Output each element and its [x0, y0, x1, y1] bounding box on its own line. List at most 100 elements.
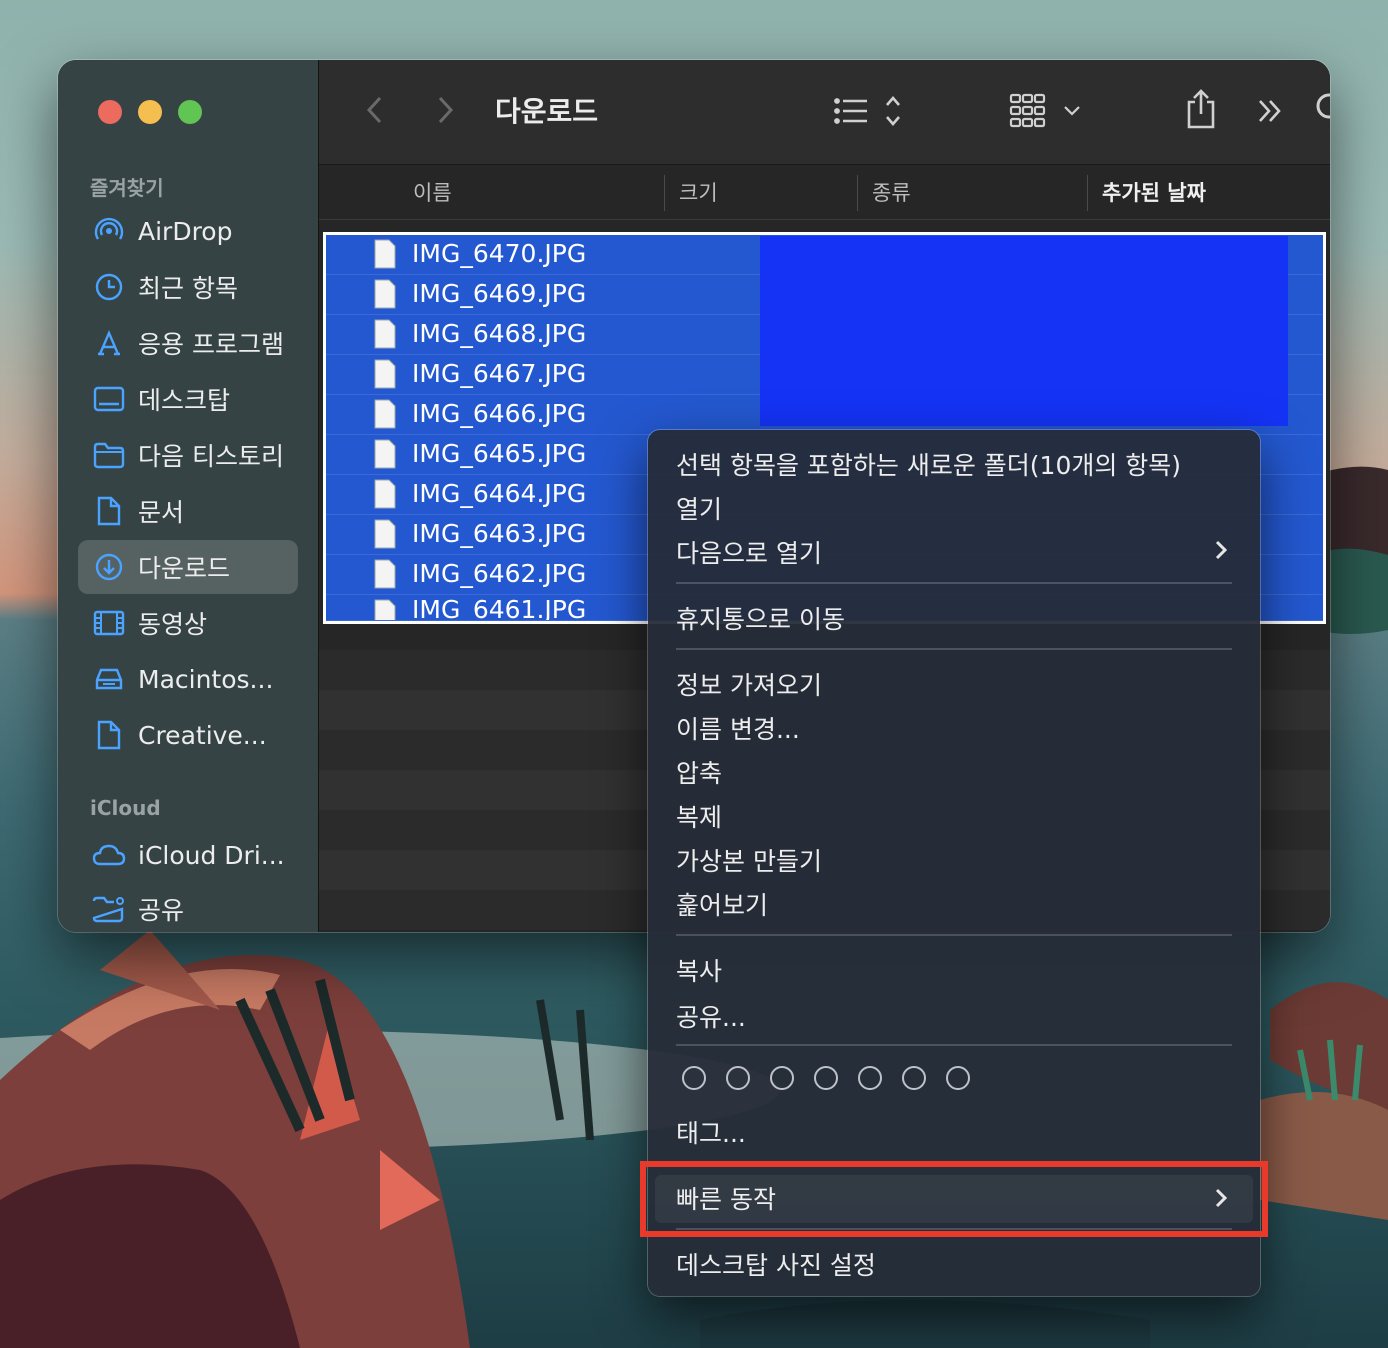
film-icon: [92, 606, 126, 640]
column-divider: [857, 175, 858, 211]
column-size[interactable]: 크기: [679, 165, 718, 219]
menu-separator: [676, 934, 1232, 936]
menu-item-rename[interactable]: 이름 변경...: [676, 710, 800, 746]
sidebar-item-documents[interactable]: 문서: [78, 484, 298, 538]
redacted-area: [760, 236, 1288, 426]
image-file-icon: [374, 559, 396, 589]
tag-circle[interactable]: [682, 1066, 706, 1090]
sidebar-item-daum-tistory[interactable]: 다음 티스토리: [78, 428, 298, 482]
sidebar-item-downloads[interactable]: 다운로드: [78, 540, 298, 594]
chevron-right-icon: [438, 96, 454, 124]
sidebar: 즐겨찾기 AirDrop 최근 항목 응용 프로그램 데스크탑 다음 티스토리 …: [58, 60, 319, 932]
sidebar-item-label: 다음 티스토리: [138, 442, 284, 471]
image-file-icon: [374, 239, 396, 269]
sidebar-item-label: 데스크탑: [138, 386, 231, 415]
quick-actions-highlight-box: [640, 1161, 1268, 1237]
search-icon: [1316, 93, 1330, 119]
menu-item-make-alias[interactable]: 가상본 만들기: [676, 842, 822, 878]
menu-item-open-with[interactable]: 다음으로 열기: [676, 534, 822, 570]
share-icon: [1187, 89, 1215, 129]
image-file-icon: [374, 319, 396, 349]
sidebar-item-icloud-drive[interactable]: iCloud Dri...: [78, 828, 298, 882]
tag-circle[interactable]: [770, 1066, 794, 1090]
sidebar-item-label: AirDrop: [138, 216, 233, 246]
sidebar-item-recents[interactable]: 최근 항목: [78, 260, 298, 314]
cloud-icon: [92, 838, 126, 872]
download-icon: [92, 550, 126, 584]
airdrop-icon: [92, 214, 126, 248]
sidebar-item-label: 응용 프로그램: [138, 330, 284, 359]
icloud-header: iCloud: [90, 796, 161, 820]
file-name: IMG_6465.JPG: [412, 439, 587, 468]
menu-item-new-folder-with-selection[interactable]: 선택 항목을 포함하는 새로운 폴더(10개의 항목): [676, 446, 1181, 482]
tag-colors: [682, 1066, 970, 1090]
search-button[interactable]: [1313, 90, 1330, 130]
menu-item-tags[interactable]: 태그...: [676, 1114, 746, 1150]
file-name: IMG_6463.JPG: [412, 519, 587, 548]
desktop-icon: [92, 382, 126, 416]
zoom-button[interactable]: [178, 100, 202, 124]
tag-circle[interactable]: [726, 1066, 750, 1090]
image-file-icon: [374, 399, 396, 429]
menu-item-set-desktop-picture[interactable]: 데스크탑 사진 설정: [676, 1246, 876, 1282]
sidebar-item-airdrop[interactable]: AirDrop: [78, 204, 298, 258]
menu-item-get-info[interactable]: 정보 가져오기: [676, 666, 822, 702]
forward-button[interactable]: [431, 92, 461, 128]
sidebar-item-label: iCloud Dri...: [138, 840, 285, 870]
folder-icon: [92, 438, 126, 472]
sidebar-item-desktop[interactable]: 데스크탑: [78, 372, 298, 426]
sidebar-item-creative[interactable]: Creative...: [78, 708, 298, 762]
menu-item-open[interactable]: 열기: [676, 490, 722, 526]
back-button[interactable]: [359, 92, 389, 128]
menu-separator: [676, 1044, 1232, 1046]
image-file-icon: [374, 519, 396, 549]
tag-circle[interactable]: [902, 1066, 926, 1090]
file-icon: [92, 718, 126, 752]
menu-item-move-to-trash[interactable]: 휴지통으로 이동: [676, 600, 845, 636]
file-name: IMG_6462.JPG: [412, 559, 587, 588]
menu-item-quick-look[interactable]: 훑어보기: [676, 886, 768, 922]
document-icon: [92, 494, 126, 528]
tag-circle[interactable]: [858, 1066, 882, 1090]
view-options-button[interactable]: [831, 90, 923, 132]
sidebar-item-macintosh-hd[interactable]: Macintos...: [78, 652, 298, 706]
shared-folder-icon: [92, 892, 126, 926]
image-file-icon: [374, 479, 396, 509]
window-controls: [98, 100, 202, 124]
column-date-added[interactable]: 추가된 날짜: [1102, 165, 1206, 219]
file-name: IMG_6470.JPG: [412, 239, 587, 268]
file-name: IMG_6469.JPG: [412, 279, 587, 308]
column-name[interactable]: 이름: [413, 165, 452, 219]
menu-item-compress[interactable]: 압축: [676, 754, 722, 790]
group-button[interactable]: [1009, 90, 1087, 132]
sidebar-item-label: Macintos...: [138, 664, 274, 694]
sidebar-item-applications[interactable]: 응용 프로그램: [78, 316, 298, 370]
tag-circle[interactable]: [946, 1066, 970, 1090]
share-button[interactable]: [1181, 86, 1221, 132]
image-file-icon: [374, 279, 396, 309]
list-view-icon: [834, 96, 900, 126]
menu-separator: [676, 648, 1232, 650]
image-file-icon: [374, 439, 396, 469]
minimize-button[interactable]: [138, 100, 162, 124]
file-name: IMG_6464.JPG: [412, 479, 587, 508]
clock-icon: [92, 270, 126, 304]
menu-item-duplicate[interactable]: 복제: [676, 798, 722, 834]
close-button[interactable]: [98, 100, 122, 124]
window-title: 다운로드: [495, 95, 599, 128]
sidebar-item-movies[interactable]: 동영상: [78, 596, 298, 650]
image-file-icon: [374, 359, 396, 389]
sidebar-item-label: 문서: [138, 498, 185, 527]
chevron-left-icon: [366, 96, 382, 124]
menu-item-share[interactable]: 공유...: [676, 998, 746, 1034]
disk-icon: [92, 662, 126, 696]
column-kind[interactable]: 종류: [872, 165, 911, 219]
more-toolbar-button[interactable]: [1253, 94, 1287, 128]
column-header: 이름 크기 종류 추가된 날짜: [319, 165, 1330, 220]
sidebar-item-shared[interactable]: 공유: [78, 882, 298, 932]
menu-item-copy[interactable]: 복사: [676, 952, 722, 988]
sidebar-item-label: 최근 항목: [138, 274, 238, 303]
tag-circle[interactable]: [814, 1066, 838, 1090]
grid-icon: [1009, 93, 1080, 128]
column-divider: [664, 175, 665, 211]
